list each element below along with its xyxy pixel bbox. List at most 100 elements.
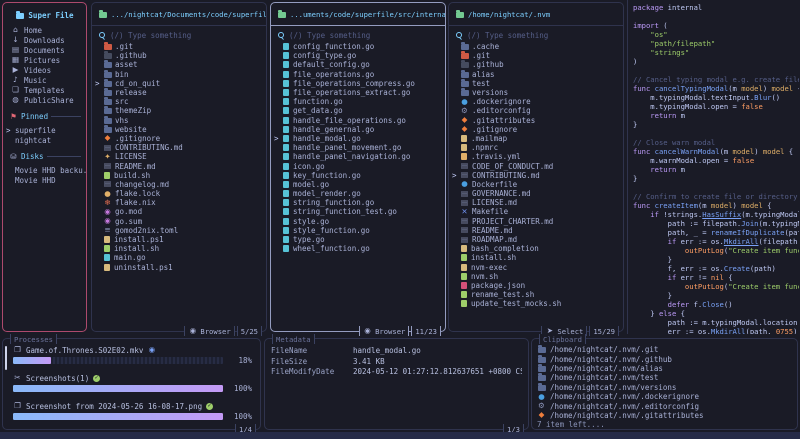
- file-row[interactable]: >handle_modal.go: [273, 134, 443, 143]
- file-row[interactable]: string_function_test.go: [273, 207, 443, 216]
- file-row[interactable]: ✦LICENSE: [94, 152, 264, 161]
- file-row[interactable]: ▤ROADMAP.md: [451, 235, 621, 244]
- file-row[interactable]: asset: [94, 60, 264, 69]
- file-row[interactable]: ●.dockerignore: [451, 97, 621, 106]
- file-row[interactable]: ▤changelog.md: [94, 180, 264, 189]
- file-row[interactable]: handle_panel_movement.go: [273, 143, 443, 152]
- file-row[interactable]: bin: [94, 70, 264, 79]
- file-row[interactable]: config_function.go: [273, 42, 443, 51]
- file-row[interactable]: model.go: [273, 180, 443, 189]
- file-row[interactable]: alias: [451, 70, 621, 79]
- file-row[interactable]: .mailmap: [451, 134, 621, 143]
- search-bar[interactable]: (/) Type something: [455, 30, 619, 40]
- file-row[interactable]: .cache: [451, 42, 621, 51]
- file-row[interactable]: rename_test.sh: [451, 290, 621, 299]
- sidebar-item-videos[interactable]: ▶Videos: [3, 65, 86, 75]
- file-row[interactable]: install.sh: [451, 253, 621, 262]
- file-row[interactable]: main.go: [94, 253, 264, 262]
- file-name: gomod2nix.toml: [115, 226, 178, 235]
- file-row[interactable]: build.sh: [94, 171, 264, 180]
- search-bar[interactable]: (/) Type something: [277, 30, 441, 40]
- file-row[interactable]: handle_panel_navigation.go: [273, 152, 443, 161]
- file-row[interactable]: vhs: [94, 116, 264, 125]
- file-row[interactable]: ◆.gitattributes: [451, 116, 621, 125]
- file-row[interactable]: package.json: [451, 281, 621, 290]
- file-row[interactable]: ▤README.md: [451, 226, 621, 235]
- file-list: config_function.goconfig_type.godefault_…: [271, 41, 445, 253]
- file-row[interactable]: ❄flake.nix: [94, 198, 264, 207]
- clipboard-path: /home/nightcat/.nvm/alias: [550, 364, 663, 373]
- file-row[interactable]: install.sh: [94, 244, 264, 253]
- file-name: model.go: [293, 180, 329, 189]
- sidebar-item-music[interactable]: ♪Music: [3, 75, 86, 85]
- file-row[interactable]: website: [94, 125, 264, 134]
- file-row[interactable]: .npmrc: [451, 143, 621, 152]
- file-row[interactable]: ▤CONTRIBUTING.md: [94, 143, 264, 152]
- check-icon: ✓: [206, 403, 213, 410]
- file-row[interactable]: file_operations_compress.go: [273, 79, 443, 88]
- code-line: return m: [633, 165, 799, 174]
- file-row[interactable]: uninstall.ps1: [94, 263, 264, 272]
- file-row[interactable]: get_data.go: [273, 106, 443, 115]
- file-row[interactable]: .git: [451, 51, 621, 60]
- disk-item[interactable]: Movie HHD backu...: [3, 165, 86, 175]
- file-row[interactable]: .git: [94, 42, 264, 51]
- disk-item[interactable]: Movie HHD: [3, 175, 86, 185]
- file-row[interactable]: src: [94, 97, 264, 106]
- file-row[interactable]: install.ps1: [94, 235, 264, 244]
- file-row[interactable]: ▤README.md: [94, 161, 264, 170]
- file-row[interactable]: nvm-exec: [451, 263, 621, 272]
- file-row[interactable]: update_test_mocks.sh: [451, 299, 621, 308]
- file-row[interactable]: handle_file_operations.go: [273, 116, 443, 125]
- file-row[interactable]: type.go: [273, 235, 443, 244]
- file-row[interactable]: string_function.go: [273, 198, 443, 207]
- sidebar-item-downloads[interactable]: ↓Downloads: [3, 35, 86, 45]
- sidebar-item-home[interactable]: ⌂Home: [3, 25, 86, 35]
- scrollbar[interactable]: [5, 346, 7, 370]
- file-row[interactable]: versions: [451, 88, 621, 97]
- file-row[interactable]: ◆.gitignore: [94, 134, 264, 143]
- file-row[interactable]: bash_completion: [451, 244, 621, 253]
- file-row[interactable]: ◉go.mod: [94, 207, 264, 216]
- file-row[interactable]: file_operations_extract.go: [273, 88, 443, 97]
- search-bar[interactable]: (/) Type something: [98, 30, 262, 40]
- file-row[interactable]: file_operations.go: [273, 70, 443, 79]
- file-row[interactable]: test: [451, 79, 621, 88]
- sidebar-item-publicshare[interactable]: ◍PublicShare: [3, 95, 86, 105]
- sidebar-item-templates[interactable]: ❏Templates: [3, 85, 86, 95]
- file-row[interactable]: ▤PROJECT_CHARTER.md: [451, 217, 621, 226]
- file-row[interactable]: .github: [451, 60, 621, 69]
- file-row[interactable]: ✕Makefile: [451, 207, 621, 216]
- file-row[interactable]: function.go: [273, 97, 443, 106]
- file-row[interactable]: .travis.yml: [451, 152, 621, 161]
- file-row[interactable]: release: [94, 88, 264, 97]
- file-row[interactable]: .github: [94, 51, 264, 60]
- file-row[interactable]: ▤CODE_OF_CONDUCT.md: [451, 161, 621, 170]
- pinned-item[interactable]: >superfile: [3, 125, 86, 135]
- file-row[interactable]: ▤LICENSE.md: [451, 198, 621, 207]
- file-row[interactable]: style_function.go: [273, 226, 443, 235]
- file-row[interactable]: default_config.go: [273, 60, 443, 69]
- file-row[interactable]: key_function.go: [273, 171, 443, 180]
- file-row[interactable]: ◆.gitignore: [451, 125, 621, 134]
- file-row[interactable]: model_render.go: [273, 189, 443, 198]
- file-row[interactable]: themeZip: [94, 106, 264, 115]
- file-row[interactable]: config_type.go: [273, 51, 443, 60]
- file-row[interactable]: ●flake.lock: [94, 189, 264, 198]
- file-row[interactable]: >cd_on_quit: [94, 79, 264, 88]
- file-row[interactable]: >▤CONTRIBUTING.md: [451, 171, 621, 180]
- file-row[interactable]: style.go: [273, 217, 443, 226]
- pinned-item[interactable]: nightcat: [3, 135, 86, 145]
- file-row[interactable]: ◉go.sum: [94, 217, 264, 226]
- file-row[interactable]: wheel_function.go: [273, 244, 443, 253]
- file-row[interactable]: nvm.sh: [451, 272, 621, 281]
- sidebar-item-documents[interactable]: ▤Documents: [3, 45, 86, 55]
- file-row[interactable]: ●Dockerfile: [451, 180, 621, 189]
- file-row[interactable]: ≡gomod2nix.toml: [94, 226, 264, 235]
- file-row[interactable]: icon.go: [273, 161, 443, 170]
- markdown-icon: ▤: [460, 162, 469, 170]
- file-row[interactable]: handle_genernal.go: [273, 125, 443, 134]
- file-row[interactable]: ▤GOVERNANCE.md: [451, 189, 621, 198]
- sidebar-item-pictures[interactable]: ▦Pictures: [3, 55, 86, 65]
- file-row[interactable]: ⚙.editorconfig: [451, 106, 621, 115]
